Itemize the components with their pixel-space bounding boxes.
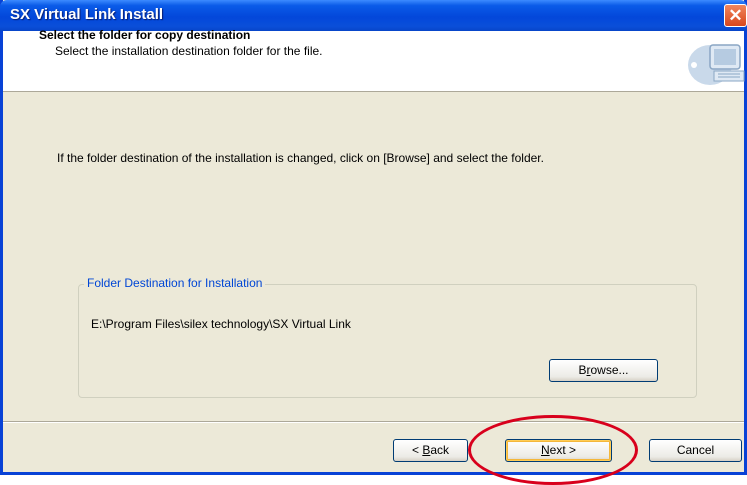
- next-button[interactable]: Next >: [505, 439, 612, 462]
- header-title: Select the folder for copy destination: [39, 28, 251, 42]
- computer-monitor-icon: [688, 44, 745, 85]
- wizard-header: Select the folder for copy destination S…: [3, 28, 745, 92]
- destination-path: E:\Program Files\silex technology\SX Vir…: [91, 317, 351, 331]
- header-subtitle: Select the installation destination fold…: [55, 44, 323, 58]
- back-button[interactable]: < Back: [393, 439, 468, 462]
- browse-button[interactable]: Browse...: [549, 359, 658, 382]
- window-title: SX Virtual Link Install: [10, 6, 164, 23]
- instruction-text: If the folder destination of the install…: [57, 151, 544, 165]
- close-icon: ✕: [728, 6, 743, 25]
- groupbox-label: Folder Destination for Installation: [84, 276, 266, 290]
- close-button[interactable]: ✕: [724, 4, 747, 27]
- installer-window: SX Virtual Link Install ✕ Select the fol…: [0, 0, 747, 485]
- footer-divider: [3, 421, 744, 423]
- cancel-button[interactable]: Cancel: [649, 439, 742, 462]
- title-bar[interactable]: SX Virtual Link Install ✕: [0, 0, 747, 31]
